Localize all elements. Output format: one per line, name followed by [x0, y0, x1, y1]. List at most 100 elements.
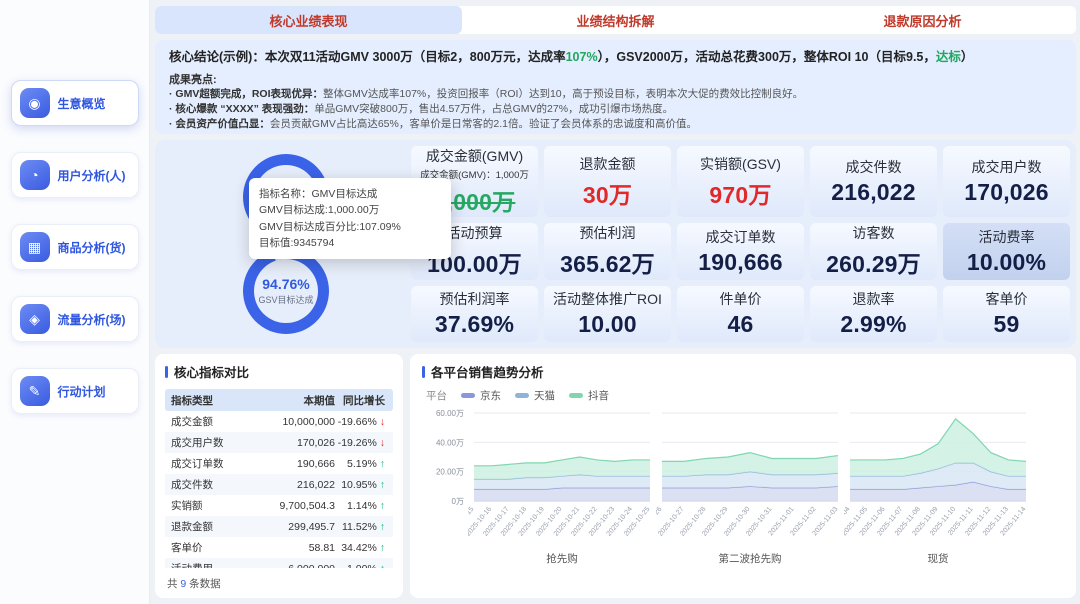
kpi-cell-2[interactable]: 实销额(GSV) 970万: [677, 146, 804, 217]
legend-name: 抖音: [588, 390, 609, 402]
area-抖音: [850, 418, 1026, 477]
tab-0[interactable]: 核心业绩表现: [155, 6, 462, 34]
sidebar: ◉ 生意概览 ◔ 用户分析(人) ▦ 商品分析(货) ◈ 流量分析(场) ✎ 行动计划: [0, 0, 150, 604]
table-row-1: 成交用户数 170,026 -19.26% ↓: [165, 432, 393, 453]
bullet-lead: · 会员资产价值凸显：: [169, 118, 270, 131]
arrow-up-icon: ↑: [379, 520, 385, 533]
tooltip-line: 目标值:9345794: [259, 236, 335, 249]
kpi-value: 59: [993, 311, 1020, 338]
metric-value: 170,026: [297, 436, 335, 449]
summary-card: 核心结论(示例)：本次双11活动GMV 3000万（目标2，800万元，达成率1…: [155, 40, 1076, 134]
tooltip-line: GMV目标达成百分比:107.09%: [259, 220, 401, 233]
metric-name: 成交订单数: [171, 458, 224, 470]
trend-chart-1[interactable]: 2025-10-152025-10-162025-10-172025-10-18…: [468, 405, 656, 555]
kpi-cell-6[interactable]: 预估利润 365.62万: [544, 223, 671, 280]
kpi-cell-12[interactable]: 件单价 46: [677, 285, 804, 342]
kpi-title: 活动预算: [446, 225, 503, 242]
kpi-title: 实销额(GSV): [700, 155, 781, 172]
kpi-cell-10[interactable]: 预估利润率 37.69%: [411, 285, 538, 342]
metric-yoy: 10.95% ↑: [341, 478, 385, 491]
plan-icon: ✎: [19, 376, 50, 406]
chart-block-2: 2025-11-04 2025-11-05 2025-11-06 2025-11-07…: [844, 405, 1032, 566]
charts-row: 60.00万 40.00万 20.00万 0万 2025-10-15 2025-10-16…: [422, 405, 1064, 566]
trend-card: 各平台销售趋势分析 平台 京东 天猫 抖音 60.00万 40.00万 20.00万 0万…: [410, 354, 1076, 598]
kpi-cell-9[interactable]: 活动费率 10.00%: [943, 223, 1070, 280]
legend-item-天猫[interactable]: 天猫: [515, 388, 555, 403]
summary-bullet-0: · GMV超额完成，ROI表现优异：整体GMV达成率107%，投资回报率（ROI…: [169, 87, 1062, 102]
tab-2[interactable]: 退款原因分析: [769, 6, 1076, 34]
kpi-cell-8[interactable]: 访客数 260.29万: [810, 223, 937, 280]
arrow-up-icon: ↑: [379, 499, 385, 512]
sidebar-item-1[interactable]: ◔ 用户分析(人): [10, 152, 139, 198]
sidebar-item-0[interactable]: ◉ 生意概览: [10, 80, 139, 126]
metric-name: 成交用户数: [171, 437, 224, 449]
table-row-6: 客单价 58.81 34.42% ↑: [165, 537, 393, 558]
trend-chart-3[interactable]: 2025-11-042025-11-052025-11-062025-11-07…: [844, 405, 1032, 555]
bullet-lead: · GMV超额完成，ROI表现优异：: [169, 87, 323, 100]
legend-name: 天猫: [534, 390, 555, 402]
kpi-grid: 成交金额(GMV) 成交金额(GMV)：1,000万 1,000万 退款金额 30万 实销…: [411, 146, 1070, 342]
tab-1[interactable]: 业绩结构拆解: [462, 6, 769, 34]
metric-name: 退款金额: [171, 521, 213, 533]
trend-title: 各平台销售趋势分析: [422, 362, 1064, 381]
highlight-bullets: · GMV超额完成，ROI表现优异：整体GMV达成率107%，投资回报率（ROI…: [169, 87, 1062, 133]
table-row-5: 退款金额 299,495.7 11.52% ↑: [165, 516, 393, 537]
arrow-down-icon: ↓: [379, 436, 385, 449]
header-value: 本期值: [303, 394, 336, 407]
tooltip-line: 指标名称：GMV目标达成: [259, 188, 378, 200]
metric-value: 6,000,000: [249, 563, 335, 569]
metric-yoy: 1.14% ↑: [347, 499, 385, 512]
conclusion-segment: 核心结论(示例)：: [169, 50, 265, 64]
trend-chart-2[interactable]: 2025-10-262025-10-272025-10-282025-10-29…: [656, 405, 844, 555]
kpi-title: 客单价: [985, 291, 1028, 308]
gauge-value: 94.76%: [262, 276, 310, 292]
kpi-cell-3[interactable]: 成交件数 216,022: [810, 146, 937, 217]
sidebar-item-4[interactable]: ✎ 行动计划: [10, 368, 139, 414]
sidebar-item-label: 生意概览: [57, 96, 106, 111]
kpi-cell-11[interactable]: 活动整体推广ROI 10.00: [544, 285, 671, 342]
metric-value: 58.81: [308, 541, 335, 554]
metric-value: 9,700,504.3: [279, 499, 335, 512]
kpi-title: 访客数: [852, 225, 895, 242]
kpi-value: 37.69%: [434, 311, 515, 338]
table-row-0: 成交金额 10,000,000 -19.66% ↓: [165, 411, 393, 432]
svg-text:0万: 0万: [452, 497, 464, 506]
kpi-cell-7[interactable]: 成交订单数 190,666: [677, 223, 804, 280]
table-row-3: 成交件数 216,022 10.95% ↑: [165, 474, 393, 495]
gauge-ring-1: 94.76% GSV目标达成: [243, 248, 329, 334]
metric-yoy: 11.52% ↑: [342, 520, 385, 533]
sidebar-item-3[interactable]: ◈ 流量分析(场): [10, 296, 139, 342]
sidebar-item-2[interactable]: ▦ 商品分析(货): [10, 224, 139, 270]
legend-item-抖音[interactable]: 抖音: [569, 388, 609, 403]
conclusion-segment: 达标: [935, 50, 961, 64]
sidebar-item-label: 行动计划: [57, 384, 106, 399]
kpi-cell-14[interactable]: 客单价 59: [943, 285, 1070, 342]
metric-yoy: -19.66% ↓: [337, 415, 385, 428]
metric-yoy: 5.19% ↑: [347, 457, 385, 470]
title-accent-bar: [422, 365, 425, 378]
kpi-cell-4[interactable]: 成交用户数 170,026: [943, 146, 1070, 217]
table-header: 指标类型 本期值 同比增长: [165, 389, 393, 411]
kpi-value: 30万: [582, 181, 633, 208]
chart-block-1: 2025-10-26 2025-10-27 2025-10-28 2025-10-29…: [656, 405, 844, 566]
gauge-tooltip: 指标名称：GMV目标达成 GMV目标达成:1,000.00万 GMV目标达成百分比:…: [249, 178, 451, 260]
kpi-value: 170,026: [964, 179, 1049, 205]
table-row-2: 成交订单数 190,666 5.19% ↑: [165, 453, 393, 474]
metric-name: 实销额: [171, 500, 203, 512]
summary-bullet-1: · 核心爆款 “XXXX” 表现强劲：单品GMV突破800万，售出4.57万件，…: [169, 102, 1062, 117]
metric-value: 299,495.7: [288, 520, 335, 533]
kpi-value: 46: [727, 311, 754, 338]
legend-item-京东[interactable]: 京东: [461, 388, 501, 403]
kpi-title: 成交用户数: [971, 159, 1042, 175]
arrow-up-icon: ↑: [380, 563, 385, 569]
metric-yoy: 34.42% ↑: [341, 541, 385, 554]
header-metric: 指标类型: [171, 394, 213, 407]
kpi-cell-13[interactable]: 退款率 2.99%: [810, 285, 937, 342]
phase-label-2: 现货: [927, 553, 949, 565]
metric-name: 客单价: [171, 542, 203, 554]
gauge-column: 指标名称：GMV目标达成 GMV目标达成:1,000.00万 GMV目标达成百分比:…: [161, 146, 451, 342]
kpi-value: 365.62万: [560, 251, 655, 278]
kpi-cell-1[interactable]: 退款金额 30万: [544, 146, 671, 217]
footer-suffix: 条数据: [186, 578, 221, 590]
comparison-title: 核心指标对比: [165, 362, 393, 381]
